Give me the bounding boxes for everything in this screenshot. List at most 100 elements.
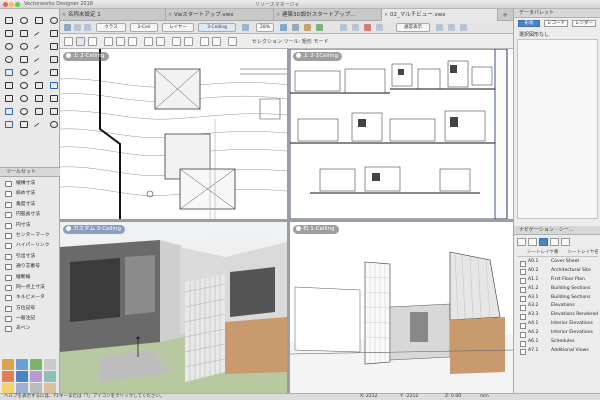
- close-icon[interactable]: ×: [62, 9, 66, 21]
- minimize-window-button[interactable]: [9, 2, 14, 7]
- group-icon[interactable]: [172, 37, 181, 46]
- basic-set-icon[interactable]: [2, 359, 14, 370]
- attribute-tool-icon[interactable]: [2, 105, 14, 116]
- walkthrough-icon[interactable]: [376, 24, 383, 31]
- fillet-tool-icon[interactable]: [2, 79, 14, 90]
- drawing-area[interactable]: 上 2-Ceiling 上 2-1Ceiling カスタム 3-Ceiling …: [60, 49, 513, 393]
- scale-tool-icon[interactable]: [32, 105, 44, 116]
- saved-view-dropdown[interactable]: 3-Ceiling: [198, 23, 236, 32]
- sheet-row[interactable]: A1.2 Building Sections: [517, 285, 598, 294]
- tool-set-header[interactable]: ツールセット: [0, 167, 60, 177]
- tool-item[interactable]: 通り芯番号: [0, 262, 60, 272]
- close-icon[interactable]: ×: [384, 9, 388, 21]
- circle-tool-icon[interactable]: [2, 40, 14, 51]
- rectangle-tool-icon[interactable]: [47, 27, 59, 38]
- freehand-tool-icon[interactable]: [32, 40, 44, 51]
- segment-render[interactable]: レンダー: [572, 20, 596, 27]
- nav-tab-layers[interactable]: [528, 238, 537, 246]
- regular-polygon-tool-icon[interactable]: [47, 66, 59, 77]
- segment-shape[interactable]: 形状: [518, 20, 540, 27]
- hatch-tool-icon[interactable]: [2, 118, 14, 129]
- snap-icon[interactable]: [340, 24, 347, 31]
- mirror-icon[interactable]: [128, 37, 137, 46]
- tool-item[interactable]: センターマーク: [0, 231, 60, 241]
- tool-item[interactable]: あベン: [0, 324, 60, 334]
- render-icon[interactable]: [280, 24, 287, 31]
- resource-manager-title[interactable]: リソースマネージャ: [255, 1, 299, 8]
- visibility-icon[interactable]: [448, 24, 455, 31]
- arc-tool-icon[interactable]: [17, 40, 29, 51]
- add-tab-button[interactable]: +: [498, 9, 512, 21]
- selection-tool-icon[interactable]: [2, 14, 14, 25]
- sheet-row[interactable]: A4.2 Interior Elevations: [517, 329, 598, 338]
- view-icon[interactable]: [242, 24, 249, 31]
- image-tool-icon[interactable]: [17, 118, 29, 129]
- nav-tab-references[interactable]: [561, 238, 570, 246]
- site-planning-set-icon[interactable]: [30, 359, 42, 370]
- sheet-row[interactable]: A7.1 Additional Views: [517, 347, 598, 356]
- viewport-bottom-left[interactable]: カスタム 3-Ceiling: [60, 222, 287, 393]
- nav-tab-classes[interactable]: [517, 238, 526, 246]
- tool-item[interactable]: 縦横寸法: [0, 179, 60, 189]
- view-dropdown[interactable]: 3-Ceil: [130, 23, 158, 32]
- connect-tool-icon[interactable]: [17, 105, 29, 116]
- select-mode-icon[interactable]: [64, 37, 73, 46]
- double-line-tool-icon[interactable]: [47, 53, 59, 64]
- zoom-window-button[interactable]: [15, 2, 20, 7]
- layer-dropdown[interactable]: レイヤー: [162, 23, 194, 32]
- nav-tab-sheets[interactable]: [539, 238, 548, 246]
- tab-untitled-1[interactable]: × 名称未設定 1: [60, 9, 166, 21]
- visualization-set-icon[interactable]: [30, 371, 42, 382]
- pointer-icon[interactable]: [64, 24, 71, 31]
- tool-item[interactable]: 一般注記: [0, 314, 60, 324]
- navigation-header[interactable]: ナビゲーション - シー...: [514, 226, 600, 235]
- building-shell-set-icon[interactable]: [16, 359, 28, 370]
- segment-record[interactable]: レコード: [544, 20, 568, 27]
- data-palette-header[interactable]: データパレット: [514, 9, 600, 18]
- 3d-modeling-set-icon[interactable]: [44, 371, 56, 382]
- align-icon[interactable]: [144, 37, 153, 46]
- viewport-label[interactable]: 右 1-Ceiling: [293, 225, 339, 234]
- rotate-tool-icon[interactable]: [32, 92, 44, 103]
- dims-notes-set-icon[interactable]: [16, 371, 28, 382]
- sheet-row[interactable]: A6.1 Schedules: [517, 338, 598, 347]
- viewport-label[interactable]: 上 2-1Ceiling: [293, 52, 343, 61]
- flyover-tool-icon[interactable]: [47, 14, 59, 25]
- tab-arch-3d-startup[interactable]: × 建築3D設計スタートアップ...: [274, 9, 382, 21]
- distribute-icon[interactable]: [156, 37, 165, 46]
- close-icon[interactable]: ×: [276, 9, 280, 21]
- oval-tool-icon[interactable]: [2, 53, 14, 64]
- trim-tool-icon[interactable]: [32, 79, 44, 90]
- tab-vw-startup[interactable]: × Vwスタートアップ.vwx: [166, 9, 274, 21]
- render-mode-dropdown[interactable]: 通常表示: [396, 23, 430, 32]
- tool-item[interactable]: 角度寸法: [0, 200, 60, 210]
- nav-tab-views[interactable]: [550, 238, 559, 246]
- rect-mode-icon[interactable]: [76, 37, 85, 46]
- options-icon[interactable]: [228, 37, 237, 46]
- text-tool-icon[interactable]: [2, 27, 14, 38]
- layer-options-icon[interactable]: [460, 24, 467, 31]
- arc-3pt-tool-icon[interactable]: [32, 66, 44, 77]
- split-tool-icon[interactable]: [47, 79, 59, 90]
- tab-multiview[interactable]: × 02_マルチビュー.vwx: [382, 9, 498, 21]
- sheet-row[interactable]: A1.1 First Floor Plan: [517, 276, 598, 285]
- layout-icon[interactable]: [316, 24, 323, 31]
- close-window-button[interactable]: [3, 2, 8, 7]
- close-icon[interactable]: ×: [168, 9, 172, 21]
- tool-item[interactable]: 縦断線: [0, 273, 60, 283]
- lock-icon[interactable]: [200, 37, 209, 46]
- sheet-row[interactable]: A0.2 Architectural Site: [517, 267, 598, 276]
- tool-item[interactable]: 方位記号: [0, 304, 60, 314]
- polyline-tool-icon[interactable]: [32, 53, 44, 64]
- zoom-level[interactable]: 28%: [256, 23, 274, 32]
- line-tool-icon[interactable]: [32, 27, 44, 38]
- projection-icon[interactable]: [292, 24, 299, 31]
- lasso-mode-icon[interactable]: [88, 37, 97, 46]
- unlock-icon[interactable]: [212, 37, 221, 46]
- offset-tool-icon[interactable]: [2, 66, 14, 77]
- pan-icon[interactable]: [74, 24, 81, 31]
- tool-item[interactable]: 円弧長寸法: [0, 210, 60, 220]
- viewport-label[interactable]: 上 2-Ceiling: [63, 52, 109, 61]
- rotate-icon[interactable]: [116, 37, 125, 46]
- column-sheet-number[interactable]: シートレイヤ番号: [517, 249, 558, 256]
